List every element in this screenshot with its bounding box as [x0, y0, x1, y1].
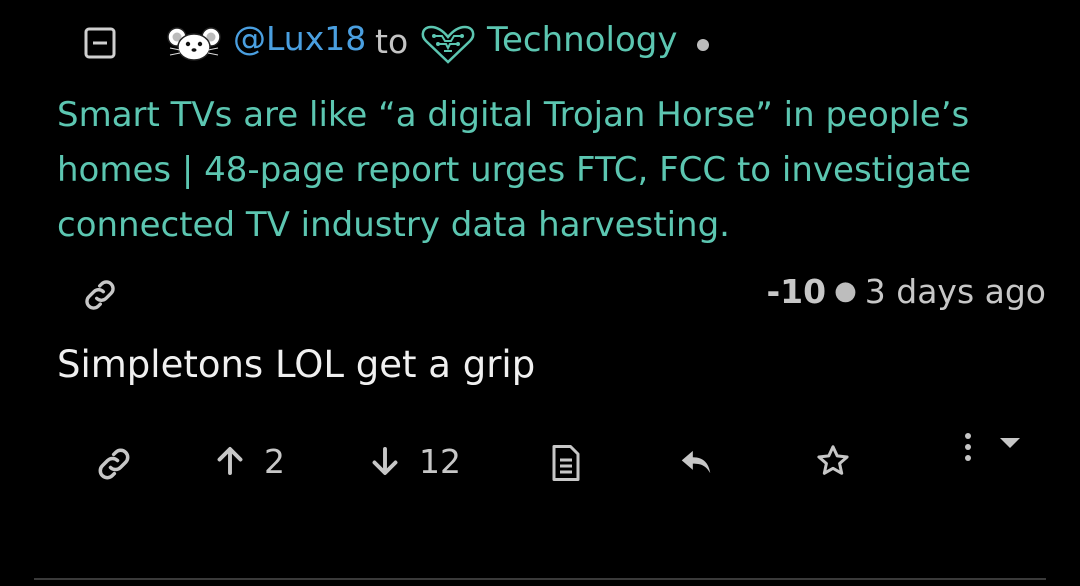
- arrow-up-icon: [217, 447, 243, 475]
- save-button[interactable]: [815, 443, 851, 479]
- comment-card: @Lux18 to Technology Smart TVs are like …: [0, 0, 1080, 586]
- comment-text: Simpletons LOL get a grip: [57, 343, 536, 386]
- vertical-dots-icon: [965, 433, 971, 461]
- heart-circuit-icon: [421, 25, 475, 64]
- community-avatar[interactable]: [420, 24, 476, 64]
- to-label: to: [375, 22, 409, 61]
- mouse-avatar-icon: [167, 27, 221, 61]
- link-icon: [98, 448, 130, 480]
- upvote-count: 2: [264, 441, 285, 481]
- comment-meta: -10 ● 3 days ago: [766, 272, 1046, 311]
- document-icon: [552, 445, 580, 481]
- meta-separator-dot: ●: [834, 276, 857, 306]
- caret-down-icon: [1000, 438, 1020, 448]
- collapse-button[interactable]: [84, 27, 116, 59]
- reply-icon: [681, 450, 711, 474]
- post-title-link[interactable]: Smart TVs are like “a digital Trojan Hor…: [57, 88, 1037, 253]
- star-icon: [817, 445, 849, 475]
- user-avatar[interactable]: [166, 26, 222, 62]
- more-options-button[interactable]: [952, 428, 984, 468]
- link-icon: [85, 280, 115, 310]
- downvote-button[interactable]: 12: [367, 441, 461, 481]
- separator-dot: [697, 39, 709, 51]
- timestamp: 3 days ago: [864, 272, 1046, 311]
- view-source-button[interactable]: [548, 443, 584, 483]
- reply-button[interactable]: [677, 443, 715, 481]
- score: -10: [766, 272, 827, 311]
- downvote-count: 12: [419, 441, 461, 481]
- post-link-button[interactable]: [80, 275, 120, 315]
- collapse-icon: [84, 27, 116, 59]
- arrow-down-icon: [372, 447, 398, 475]
- divider: [34, 578, 1046, 580]
- expand-options-button[interactable]: [995, 434, 1025, 454]
- community-link[interactable]: Technology: [487, 20, 677, 60]
- username-link[interactable]: @Lux18: [233, 19, 366, 58]
- upvote-button[interactable]: 2: [212, 441, 285, 481]
- comment-link-button[interactable]: [93, 443, 135, 485]
